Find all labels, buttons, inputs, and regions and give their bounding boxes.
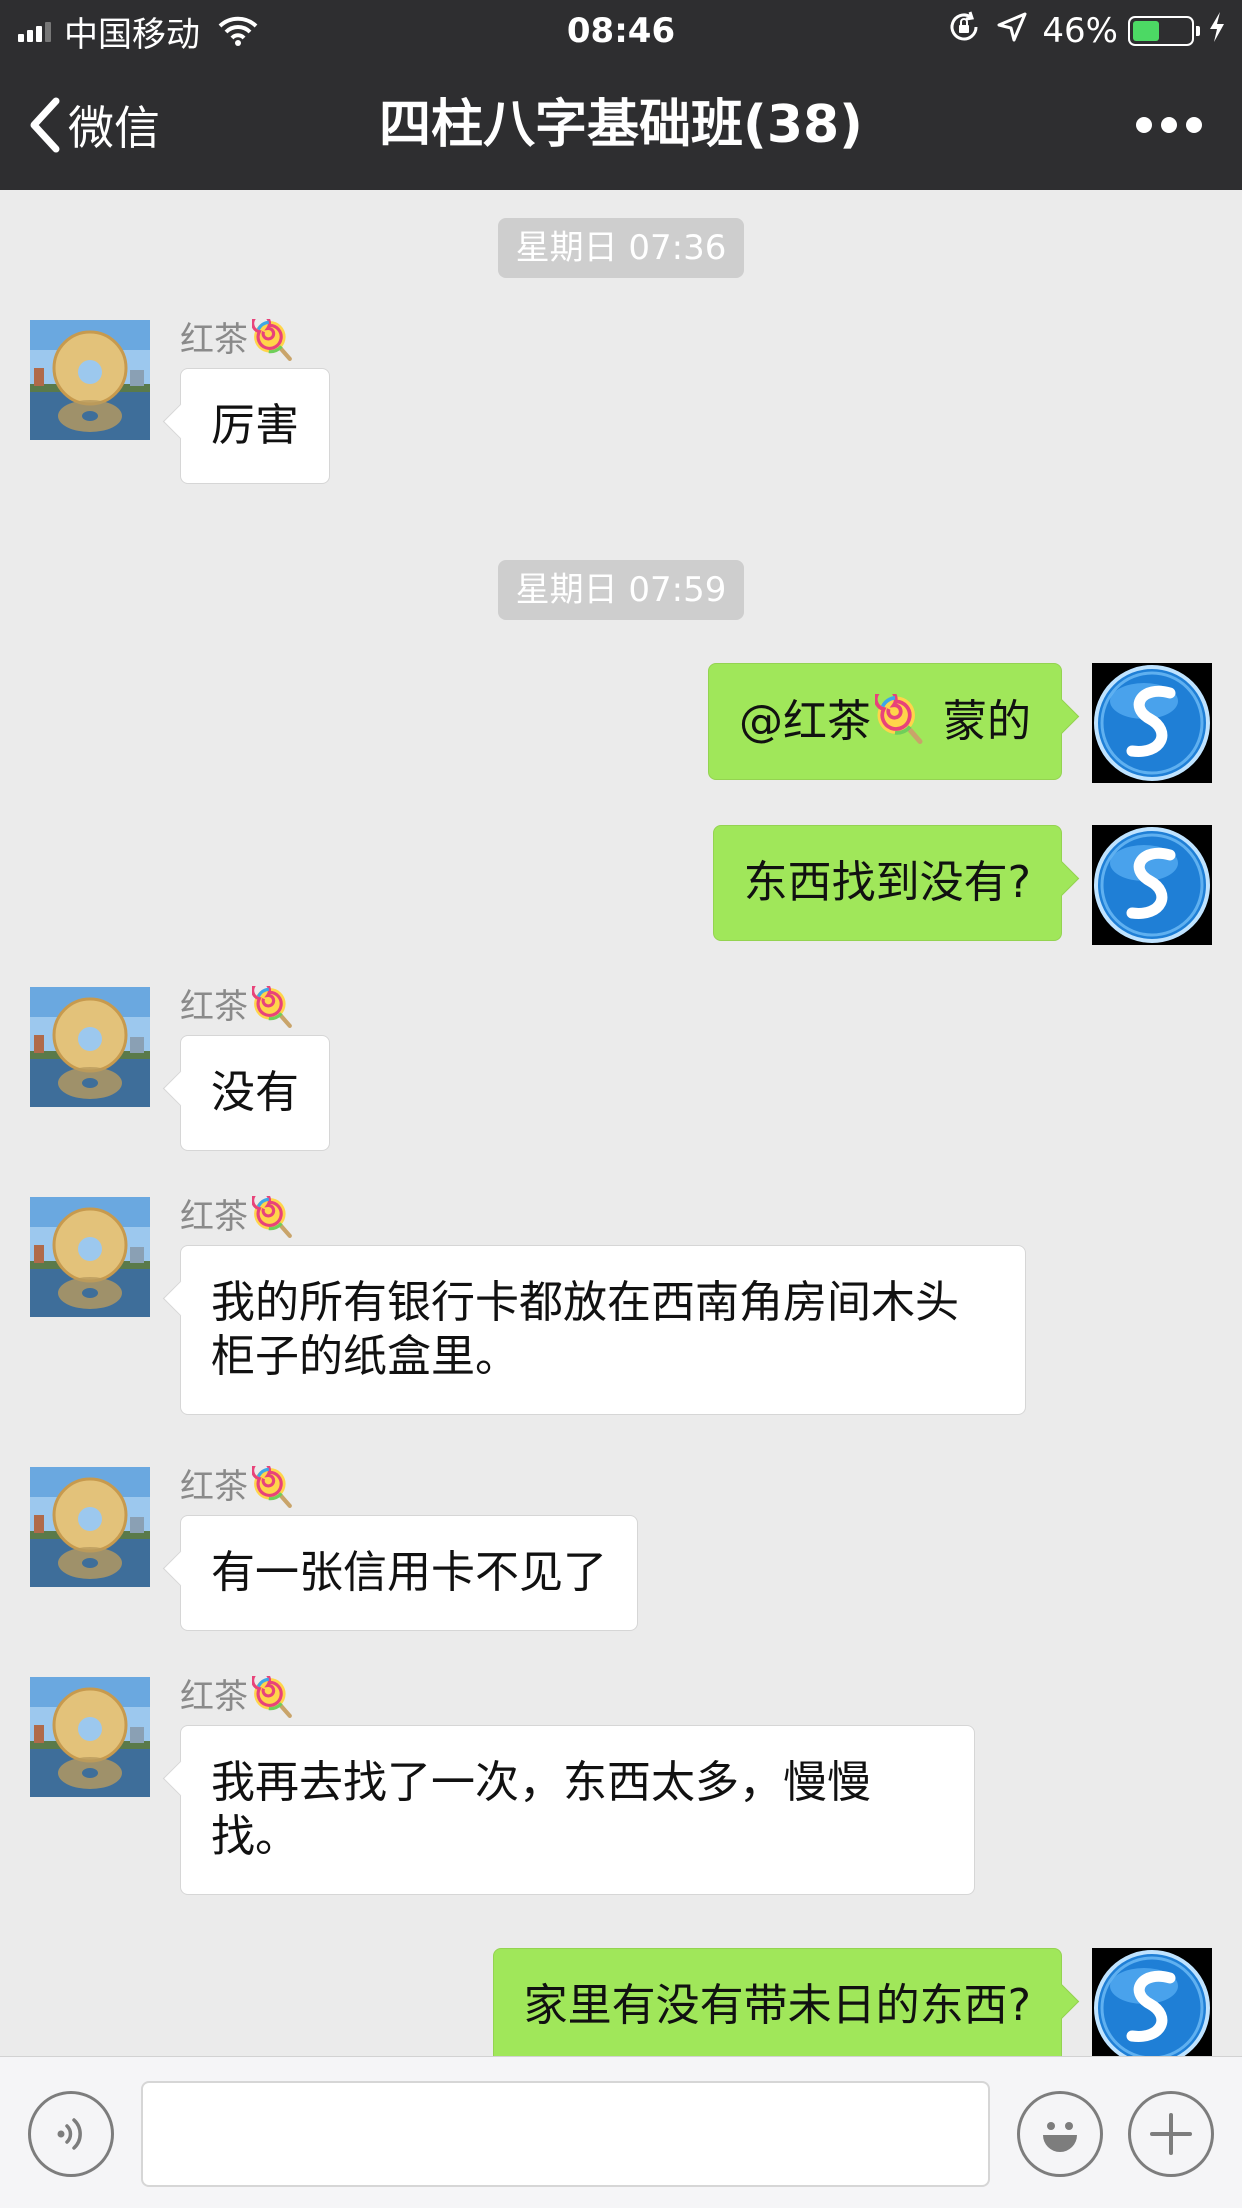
message-bubble[interactable]: 东西找到没有? xyxy=(712,825,1062,941)
lollipop-icon xyxy=(252,319,294,361)
voice-button[interactable] xyxy=(28,2091,114,2177)
message-bubble[interactable]: 没有 xyxy=(180,1035,330,1151)
chat-area[interactable]: 星期日 07:36 红茶 厉害 星期日 07:59 @红茶 蒙的 东西找到没有?… xyxy=(0,190,1242,2056)
message-bubble[interactable]: @红茶 蒙的 xyxy=(708,663,1062,780)
sender-name: 红茶 xyxy=(180,1675,294,1719)
my-avatar[interactable] xyxy=(1092,663,1212,783)
header: 中国移动 08:46 46% 微信 四柱八字基础班(38) xyxy=(0,0,1242,190)
plus-button[interactable] xyxy=(1128,2091,1214,2177)
status-bar: 中国移动 08:46 46% xyxy=(0,0,1242,62)
message-bubble[interactable]: 我再去找了一次，东西太多，慢慢找。 xyxy=(180,1725,975,1895)
message-bubble[interactable]: 我的所有银行卡都放在西南角房间木头柜子的纸盒里。 xyxy=(180,1245,1026,1415)
lollipop-icon xyxy=(252,1466,294,1508)
timestamp: 星期日 07:59 xyxy=(0,560,1242,620)
message-bubble[interactable]: 有一张信用卡不见了 xyxy=(180,1515,638,1631)
message-bubble[interactable]: 家里有没有带未日的东西? xyxy=(492,1948,1062,2056)
plus-icon xyxy=(1150,2113,1192,2155)
nav-bar: 微信 四柱八字基础班(38) xyxy=(0,62,1242,190)
status-right: 46% xyxy=(946,10,1226,52)
battery-fill xyxy=(1133,21,1159,41)
sender-name: 红茶 xyxy=(180,1195,294,1239)
sender-name: 红茶 xyxy=(180,1465,294,1509)
sender-avatar[interactable] xyxy=(30,1677,150,1797)
my-avatar[interactable] xyxy=(1092,1948,1212,2056)
lollipop-icon xyxy=(875,694,925,744)
lollipop-icon xyxy=(252,986,294,1028)
more-button[interactable] xyxy=(1136,102,1202,148)
my-avatar[interactable] xyxy=(1092,825,1212,945)
sender-avatar[interactable] xyxy=(30,1467,150,1587)
chat-title: 四柱八字基础班(38) xyxy=(379,95,863,155)
input-bar xyxy=(0,2056,1242,2208)
sender-avatar[interactable] xyxy=(30,987,150,1107)
voice-icon xyxy=(57,2118,82,2150)
more-dots-icon xyxy=(1136,117,1152,133)
battery-percent: 46% xyxy=(1042,11,1118,51)
mention-text: @红茶 xyxy=(739,696,871,747)
battery-icon xyxy=(1128,16,1200,46)
lollipop-icon xyxy=(252,1196,294,1238)
rotation-lock-icon xyxy=(946,9,982,54)
sender-name: 红茶 xyxy=(180,318,294,362)
emoji-button[interactable] xyxy=(1017,2091,1103,2177)
message-bubble[interactable]: 厉害 xyxy=(180,368,330,484)
sender-name: 红茶 xyxy=(180,985,294,1029)
lollipop-icon xyxy=(252,1676,294,1718)
timestamp: 星期日 07:36 xyxy=(0,218,1242,278)
location-icon xyxy=(996,11,1028,52)
sender-avatar[interactable] xyxy=(30,1197,150,1317)
sender-avatar[interactable] xyxy=(30,320,150,440)
message-input[interactable] xyxy=(141,2081,990,2187)
charging-icon xyxy=(1208,11,1226,52)
emoji-icon xyxy=(1043,2122,1077,2152)
